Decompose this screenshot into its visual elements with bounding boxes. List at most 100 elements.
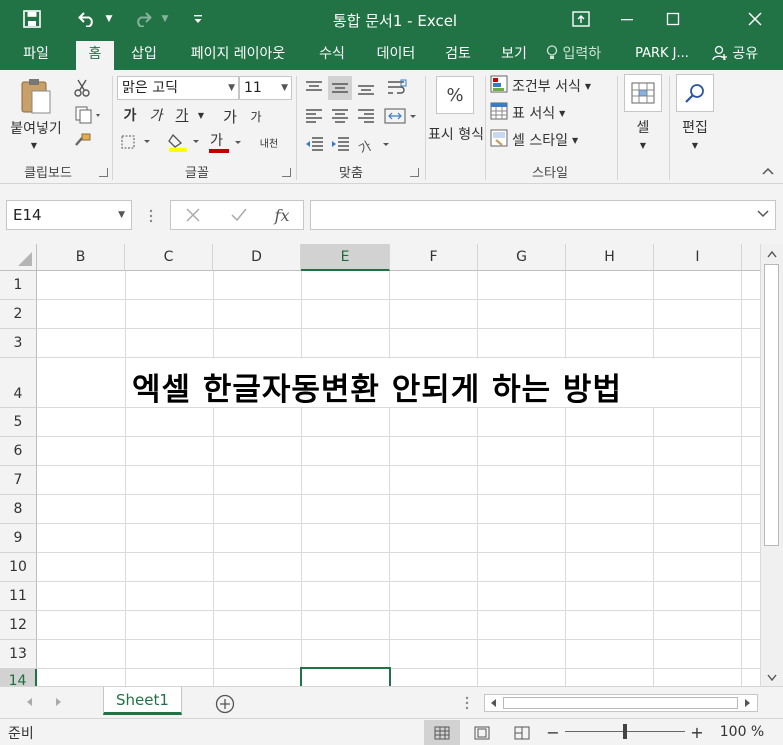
italic-button[interactable]: 가 <box>146 105 166 125</box>
resize-handle-icon[interactable] <box>146 206 156 226</box>
tab-review[interactable]: 검토 <box>434 38 482 70</box>
minimize-icon[interactable] <box>604 0 650 38</box>
paste-button-label[interactable]: 붙여넣기 <box>4 118 68 138</box>
zoom-slider-knob[interactable] <box>623 724 627 739</box>
borders-icon[interactable] <box>118 132 158 152</box>
orientation-icon[interactable]: 가 <box>356 132 396 156</box>
next-sheet-icon[interactable] <box>52 695 66 709</box>
enter-check-icon[interactable] <box>227 205 251 225</box>
fill-color-icon[interactable] <box>166 130 206 154</box>
tab-formulas[interactable]: 수식 <box>308 38 356 70</box>
row-header-3[interactable]: 3 <box>0 329 37 358</box>
sheet-tab-sheet1[interactable]: Sheet1 <box>103 687 182 715</box>
phonetic-guide-button[interactable]: 내천 <box>254 130 284 154</box>
decrease-indent-icon[interactable] <box>302 132 326 156</box>
redo-icon[interactable] <box>128 0 158 38</box>
page-break-view-icon[interactable] <box>504 720 540 745</box>
row-header-12[interactable]: 12 <box>0 611 37 640</box>
increase-indent-icon[interactable] <box>328 132 352 156</box>
row-header-1[interactable]: 1 <box>0 271 37 300</box>
cells-icon[interactable] <box>624 74 662 112</box>
redo-dropdown-icon[interactable]: ▼ <box>158 0 172 38</box>
grow-font-button[interactable]: 가 <box>220 105 240 127</box>
cut-icon[interactable] <box>72 78 92 98</box>
tab-home[interactable]: 홈 <box>76 41 114 70</box>
shrink-font-button[interactable]: 가 <box>246 105 266 127</box>
editing-dropdown-icon[interactable]: ▼ <box>688 138 702 152</box>
close-icon[interactable] <box>732 0 778 38</box>
column-header-c[interactable]: C <box>125 244 213 271</box>
format-painter-icon[interactable] <box>72 132 92 152</box>
column-header-h[interactable]: H <box>566 244 654 271</box>
align-middle-icon[interactable] <box>328 76 352 100</box>
page-layout-view-icon[interactable] <box>464 720 500 745</box>
tab-splitter-icon[interactable] <box>462 695 472 711</box>
formula-input[interactable] <box>310 200 776 230</box>
conditional-formatting-button[interactable]: 조건부 서식 ▼ <box>490 75 614 97</box>
scroll-up-icon[interactable] <box>764 246 780 262</box>
prev-sheet-icon[interactable] <box>22 695 36 709</box>
undo-icon[interactable] <box>72 0 102 38</box>
row-header-5[interactable]: 5 <box>0 408 37 437</box>
row-header-11[interactable]: 11 <box>0 582 37 611</box>
row-header-6[interactable]: 6 <box>0 437 37 466</box>
horizontal-scrollbar[interactable] <box>484 694 758 712</box>
wrap-text-icon[interactable] <box>384 76 410 100</box>
add-sheet-icon[interactable] <box>214 693 236 715</box>
insert-function-button[interactable]: fx <box>269 204 295 226</box>
select-all-button[interactable] <box>0 244 37 271</box>
column-header-i[interactable]: I <box>654 244 742 271</box>
paste-dropdown-icon[interactable]: ▼ <box>24 138 44 152</box>
selected-cell-e14[interactable] <box>300 667 391 686</box>
row-header-8[interactable]: 8 <box>0 495 37 524</box>
cells-dropdown-icon[interactable]: ▼ <box>636 138 650 152</box>
tab-file[interactable]: 파일 <box>10 38 62 70</box>
align-right-icon[interactable] <box>354 104 378 128</box>
underline-dropdown-icon[interactable]: ▼ <box>194 105 208 125</box>
font-color-button[interactable]: 가 <box>208 130 248 154</box>
cells-button-label[interactable]: 셀 <box>624 118 662 136</box>
column-header-g[interactable]: G <box>478 244 566 271</box>
collapse-ribbon-icon[interactable] <box>760 164 776 178</box>
tab-view[interactable]: 보기 <box>490 38 538 70</box>
row-header-13[interactable]: 13 <box>0 640 37 669</box>
row-header-9[interactable]: 9 <box>0 524 37 553</box>
maximize-icon[interactable] <box>650 0 696 38</box>
scroll-right-icon[interactable] <box>741 696 755 710</box>
align-left-icon[interactable] <box>302 104 326 128</box>
editing-button-label[interactable]: 편집 <box>674 118 716 136</box>
column-header-partial[interactable] <box>742 244 760 271</box>
align-bottom-icon[interactable] <box>354 76 378 100</box>
font-name-select[interactable]: 맑은 고딕 ▼ <box>117 76 239 100</box>
cell-styles-button[interactable]: 셀 스타일 ▼ <box>490 129 614 151</box>
name-box[interactable]: E14 ▼ <box>6 200 132 230</box>
undo-dropdown-icon[interactable]: ▼ <box>102 0 116 38</box>
column-header-f[interactable]: F <box>390 244 478 271</box>
row-header-7[interactable]: 7 <box>0 466 37 495</box>
format-as-table-button[interactable]: 표 서식 ▼ <box>490 102 614 124</box>
column-header-b[interactable]: B <box>37 244 125 271</box>
font-launcher-icon[interactable] <box>282 168 291 177</box>
row-header-2[interactable]: 2 <box>0 300 37 329</box>
clipboard-launcher-icon[interactable] <box>99 168 108 177</box>
user-account[interactable]: PARK J... <box>628 38 696 70</box>
merge-center-icon[interactable] <box>382 104 422 128</box>
align-center-icon[interactable] <box>328 104 352 128</box>
expand-formula-bar-icon[interactable] <box>757 207 769 222</box>
cancel-icon[interactable] <box>181 205 205 225</box>
horizontal-scroll-thumb[interactable] <box>503 697 738 709</box>
paste-icon[interactable] <box>14 76 58 116</box>
worksheet-grid[interactable]: B C D E F G H I 1 2 3 4 5 6 7 8 9 10 11 … <box>0 244 760 686</box>
share-button[interactable]: 공유 <box>700 38 770 70</box>
headline-text[interactable]: 엑셀 한글자동변환 안되게 하는 방법 <box>132 364 622 409</box>
tab-data[interactable]: 데이터 <box>364 38 428 70</box>
save-icon[interactable] <box>14 0 50 38</box>
align-top-icon[interactable] <box>302 76 326 100</box>
ribbon-display-options-icon[interactable] <box>558 0 604 38</box>
vertical-scrollbar[interactable] <box>760 244 783 688</box>
alignment-launcher-icon[interactable] <box>410 168 419 177</box>
underline-button[interactable]: 가 <box>172 105 192 125</box>
vertical-scroll-thumb[interactable] <box>764 264 779 546</box>
tell-me-box[interactable]: 입력하 <box>546 38 622 70</box>
column-header-d[interactable]: D <box>213 244 301 271</box>
